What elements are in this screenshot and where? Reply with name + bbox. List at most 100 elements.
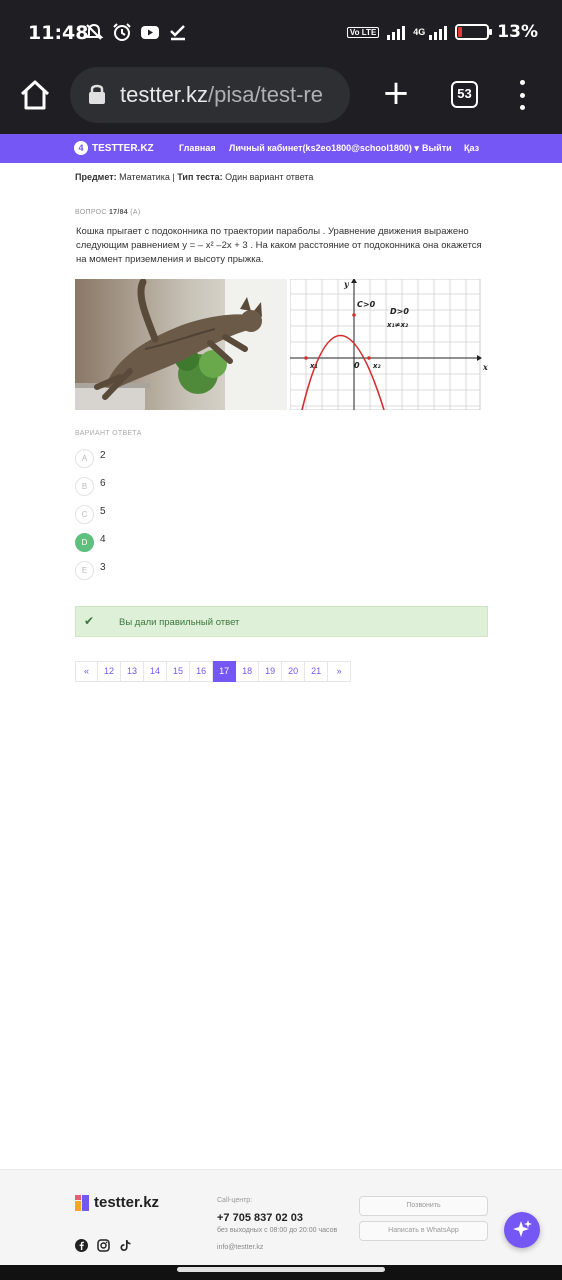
tab-switcher-button[interactable]: 53 [451,81,478,108]
facebook-icon[interactable] [75,1239,88,1252]
answer-option-c[interactable]: C 5 [75,505,275,525]
signal-icon [387,24,406,40]
question-number: ВОПРОС 17/84 (A) [75,209,141,216]
subject-label: Предмет: [75,172,117,182]
graph-label-x-relation: x₁≠x₂ [386,321,409,329]
site-logo[interactable]: 4 TESTTER.KZ [74,141,154,155]
status-notification-icons [84,22,188,42]
more-menu-icon[interactable] [510,80,534,110]
separator: | [172,172,175,182]
graph-label-zero: 0 [354,361,360,370]
answer-option-b[interactable]: B 6 [75,477,275,497]
graph-label-d: D>0 [390,307,409,316]
signal-4g-icon [429,24,448,40]
status-system-icons: Vo LTE 4G 13% [346,22,538,42]
option-letter[interactable]: D [75,533,94,552]
pagination-page[interactable]: 20 [282,661,306,682]
mute-icon [84,23,104,40]
question-prefix: ВОПРОС [75,209,107,216]
status-bar: 11:48 Vo LTE 4G 13% [0,0,562,66]
browser-toolbar: testter.kz/pisa/test-re + 53 [0,66,562,134]
battery-icon [455,24,493,40]
pagination-page[interactable]: 15 [167,661,191,682]
question-counter: 17/84 [108,209,129,216]
pagination-page[interactable]: 14 [144,661,168,682]
graph-label-x1: x₁ [309,362,318,370]
option-value: 3 [100,562,106,573]
volte-icon: Vo LTE [346,26,380,38]
nav-item-language[interactable]: Қаз [464,143,479,153]
pagination-next[interactable]: » [328,661,352,682]
question-text: Кошка прыгает с подоконника по траектори… [76,226,482,265]
footer-logo[interactable]: testter.kz [75,1194,159,1211]
pagination-page[interactable]: 16 [190,661,214,682]
nav-item-account[interactable]: Личный кабинет(ks2eo1800@school1800) ▾ [229,143,419,154]
pagination-page[interactable]: 19 [259,661,283,682]
home-icon[interactable] [18,78,52,112]
gesture-handle[interactable] [177,1267,385,1272]
battery-level [458,27,463,37]
pagination-page[interactable]: 12 [98,661,122,682]
network-type: 4G [413,27,426,37]
logo-mark-icon: 4 [74,141,88,155]
option-letter[interactable]: A [75,449,94,468]
cat-jump-image [75,279,287,410]
callcenter-hours: без выходных с 08:00 до 20:00 часов [217,1227,338,1234]
graph-label-x2: x₂ [372,362,382,370]
check-icon: ✔ [84,614,95,628]
url-text: testter.kz/pisa/test-re [120,82,323,108]
option-value: 6 [100,478,106,489]
sparkle-icon [513,1220,532,1237]
pagination-prev[interactable]: « [75,661,98,682]
assistant-fab-button[interactable] [504,1212,540,1248]
parabola-graph-image: y x C>0 D>0 x₁≠x₂ 0 x₁ x₂ [289,278,490,411]
call-button[interactable]: Позвонить [359,1196,488,1216]
graph-label-c: C>0 [357,300,376,309]
pagination-page[interactable]: 21 [305,661,329,682]
youtube-icon [141,26,159,39]
nav-item-logout[interactable]: Выйти [422,143,452,153]
new-tab-icon[interactable]: + [380,76,412,110]
subject-value: Математика [119,172,170,182]
question-variant: (A) [130,209,141,216]
logo-mark-icon [75,1194,89,1211]
system-nav-bar [0,1265,562,1280]
site-navbar: 4 TESTTER.KZ Главная Личный кабинет(ks2e… [0,134,562,163]
option-letter[interactable]: B [75,477,94,496]
answer-section-label: ВАРИАНТ ОТВЕТА [75,430,142,437]
site-logo-text: TESTTER.KZ [92,142,154,154]
callcenter-label: Call-центр: [217,1197,253,1204]
lock-icon [89,84,105,104]
correct-answer-banner: ✔ Вы дали правильный ответ [75,606,488,637]
site-footer: testter.kz Call-центр: +7 705 837 02 03 … [0,1169,562,1265]
instagram-icon[interactable] [97,1239,110,1252]
whatsapp-button[interactable]: Написать в WhatsApp [359,1221,488,1241]
tiktok-icon[interactable] [119,1239,132,1252]
question-pagination: « 12 13 14 15 16 17 18 19 20 21 » [75,661,352,682]
answer-option-d[interactable]: D 4 [75,533,275,553]
test-type-value: Один вариант ответа [225,172,314,182]
contact-email[interactable]: info@testter.kz [217,1244,263,1251]
result-message: Вы дали правильный ответ [119,617,240,628]
answer-option-e[interactable]: E 3 [75,561,275,581]
check-icon [170,25,185,41]
pagination-page[interactable]: 17 [213,661,237,682]
address-bar[interactable]: testter.kz/pisa/test-re [70,67,350,123]
footer-logo-text: testter.kz [94,1194,160,1211]
callcenter-phone[interactable]: +7 705 837 02 03 [217,1212,303,1224]
graph-label-x: x [482,362,488,372]
alarm-icon [113,23,131,41]
test-type-label: Тип теста: [177,172,223,182]
battery-percent: 13% [497,22,538,42]
option-value: 4 [100,534,106,545]
option-letter[interactable]: C [75,505,94,524]
option-value: 2 [100,450,106,461]
pagination-page[interactable]: 13 [121,661,145,682]
nav-item-home[interactable]: Главная [179,143,216,153]
pagination-page[interactable]: 18 [236,661,260,682]
answer-option-a[interactable]: A 2 [75,449,275,469]
test-info: Предмет: Математика | Тип теста: Один ва… [75,172,313,182]
url-path: /pisa/test-re [208,82,323,107]
option-letter[interactable]: E [75,561,94,580]
option-value: 5 [100,506,106,517]
